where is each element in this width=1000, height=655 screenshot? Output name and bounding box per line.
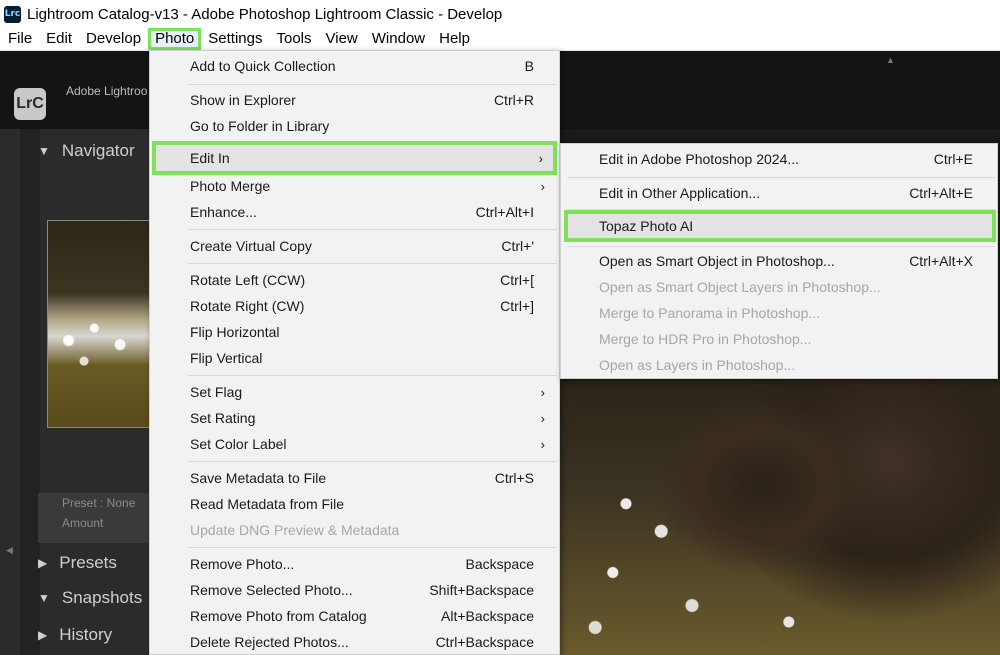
photo-menu-dropdown: Add to Quick Collection B Show in Explore… xyxy=(149,50,560,655)
snapshots-panel-header[interactable]: ▼ Snapshots xyxy=(38,587,160,609)
menu-item-merge-to-hdr: Merge to HDR Pro in Photoshop... xyxy=(599,331,812,347)
preset-label: Preset : None xyxy=(62,496,136,510)
collapse-left-panel-icon[interactable]: ◀ xyxy=(6,545,13,556)
menu-photo[interactable]: Photo xyxy=(148,28,202,50)
snapshots-label: Snapshots xyxy=(61,588,143,607)
menu-item-merge-to-panorama: Merge to Panorama in Photoshop... xyxy=(599,305,821,321)
lrc-logo: LrC xyxy=(14,88,46,120)
menu-item-photo-merge[interactable]: Photo Merge › xyxy=(150,173,559,199)
navigator-label: Navigator xyxy=(61,141,135,160)
menu-separator xyxy=(188,229,557,230)
preset-amount-area: Preset : None Amount xyxy=(38,493,160,543)
menu-bar: File Edit Develop Photo Settings Tools V… xyxy=(0,28,1000,51)
lightroom-app-icon: Lrc xyxy=(4,5,21,23)
menu-tools[interactable]: Tools xyxy=(269,28,318,50)
triangle-right-icon: ▶ xyxy=(38,628,48,642)
menu-item-topaz-photo-ai[interactable]: Topaz Photo AI xyxy=(564,210,996,242)
menu-separator xyxy=(567,177,995,178)
menu-item-open-as-smart-object-layers: Open as Smart Object Layers in Photoshop… xyxy=(599,279,881,295)
menu-item-edit-in-other-app[interactable]: Edit in Other Application... Ctrl+Alt+E xyxy=(561,180,997,206)
menu-item-flip-vertical[interactable]: Flip Vertical xyxy=(150,345,559,371)
chevron-right-icon: › xyxy=(540,436,545,452)
menu-separator xyxy=(188,84,557,85)
menu-item-delete-rejected[interactable]: Delete Rejected Photos... Ctrl+Backspace xyxy=(150,629,559,655)
triangle-right-icon: ▶ xyxy=(38,556,48,570)
navigator-preview[interactable] xyxy=(47,220,152,428)
menu-item-update-dng-preview: Update DNG Preview & Metadata xyxy=(190,522,400,538)
menu-item-remove-from-catalog[interactable]: Remove Photo from Catalog Alt+Backspace xyxy=(150,603,559,629)
menu-item-remove-photo[interactable]: Remove Photo... Backspace xyxy=(150,551,559,577)
menu-item-flip-horizontal[interactable]: Flip Horizontal xyxy=(150,319,559,345)
presets-panel-header[interactable]: ▶ Presets xyxy=(38,552,160,574)
presets-label: Presets xyxy=(59,553,117,572)
triangle-down-icon: ▼ xyxy=(38,591,50,605)
menu-item-open-as-layers: Open as Layers in Photoshop... xyxy=(599,357,796,373)
menu-item-create-virtual-copy[interactable]: Create Virtual Copy Ctrl+' xyxy=(150,233,559,259)
menu-help[interactable]: Help xyxy=(432,28,477,50)
menu-item-set-flag[interactable]: Set Flag › xyxy=(150,379,559,405)
menu-separator xyxy=(567,246,995,247)
menu-item-add-to-quick-collection[interactable]: Add to Quick Collection B xyxy=(150,53,559,79)
menu-item-rotate-left[interactable]: Rotate Left (CCW) Ctrl+[ xyxy=(150,267,559,293)
menu-separator xyxy=(188,263,557,264)
menu-item-remove-selected-photo[interactable]: Remove Selected Photo... Shift+Backspace xyxy=(150,577,559,603)
menu-item-set-rating[interactable]: Set Rating › xyxy=(150,405,559,431)
menu-file[interactable]: File xyxy=(0,28,39,50)
menu-settings[interactable]: Settings xyxy=(201,28,269,50)
chevron-right-icon: › xyxy=(540,410,545,426)
menu-item-rotate-right[interactable]: Rotate Right (CW) Ctrl+] xyxy=(150,293,559,319)
history-label: History xyxy=(59,625,113,644)
collapse-top-panel-icon[interactable]: ▲ xyxy=(886,55,895,65)
menu-separator xyxy=(188,461,557,462)
identity-plate: Adobe Lightroo xyxy=(66,84,148,98)
menu-item-edit-in[interactable]: Edit In › xyxy=(152,141,557,175)
menu-item-go-to-folder[interactable]: Go to Folder in Library xyxy=(150,113,559,139)
edit-in-submenu: Edit in Adobe Photoshop 2024... Ctrl+E Ed… xyxy=(560,143,998,379)
chevron-right-icon: › xyxy=(538,150,543,166)
window-title: Lightroom Catalog-v13 - Adobe Photoshop … xyxy=(27,5,503,23)
navigator-panel-header[interactable]: ▼ Navigator xyxy=(38,138,160,164)
photo-canvas xyxy=(560,380,1000,655)
menu-item-enhance[interactable]: Enhance... Ctrl+Alt+I xyxy=(150,199,559,225)
menu-item-show-in-explorer[interactable]: Show in Explorer Ctrl+R xyxy=(150,87,559,113)
menu-item-read-metadata[interactable]: Read Metadata from File xyxy=(150,491,559,517)
left-panel-strip xyxy=(20,129,40,655)
title-bar: Lrc Lightroom Catalog-v13 - Adobe Photos… xyxy=(0,0,1000,28)
menu-separator xyxy=(188,547,557,548)
menu-window[interactable]: Window xyxy=(365,28,432,50)
menu-item-save-metadata[interactable]: Save Metadata to File Ctrl+S xyxy=(150,465,559,491)
menu-edit[interactable]: Edit xyxy=(39,28,79,50)
menu-view[interactable]: View xyxy=(319,28,365,50)
menu-separator xyxy=(188,375,557,376)
history-panel-header[interactable]: ▶ History xyxy=(38,624,160,646)
menu-item-open-as-smart-object[interactable]: Open as Smart Object in Photoshop... Ctrl… xyxy=(561,248,997,274)
chevron-right-icon: › xyxy=(540,384,545,400)
chevron-right-icon: › xyxy=(540,178,545,194)
amount-label: Amount xyxy=(62,516,104,530)
menu-item-edit-in-photoshop[interactable]: Edit in Adobe Photoshop 2024... Ctrl+E xyxy=(561,146,997,172)
triangle-down-icon: ▼ xyxy=(38,144,50,158)
menu-item-set-color-label[interactable]: Set Color Label › xyxy=(150,431,559,457)
menu-develop[interactable]: Develop xyxy=(79,28,148,50)
